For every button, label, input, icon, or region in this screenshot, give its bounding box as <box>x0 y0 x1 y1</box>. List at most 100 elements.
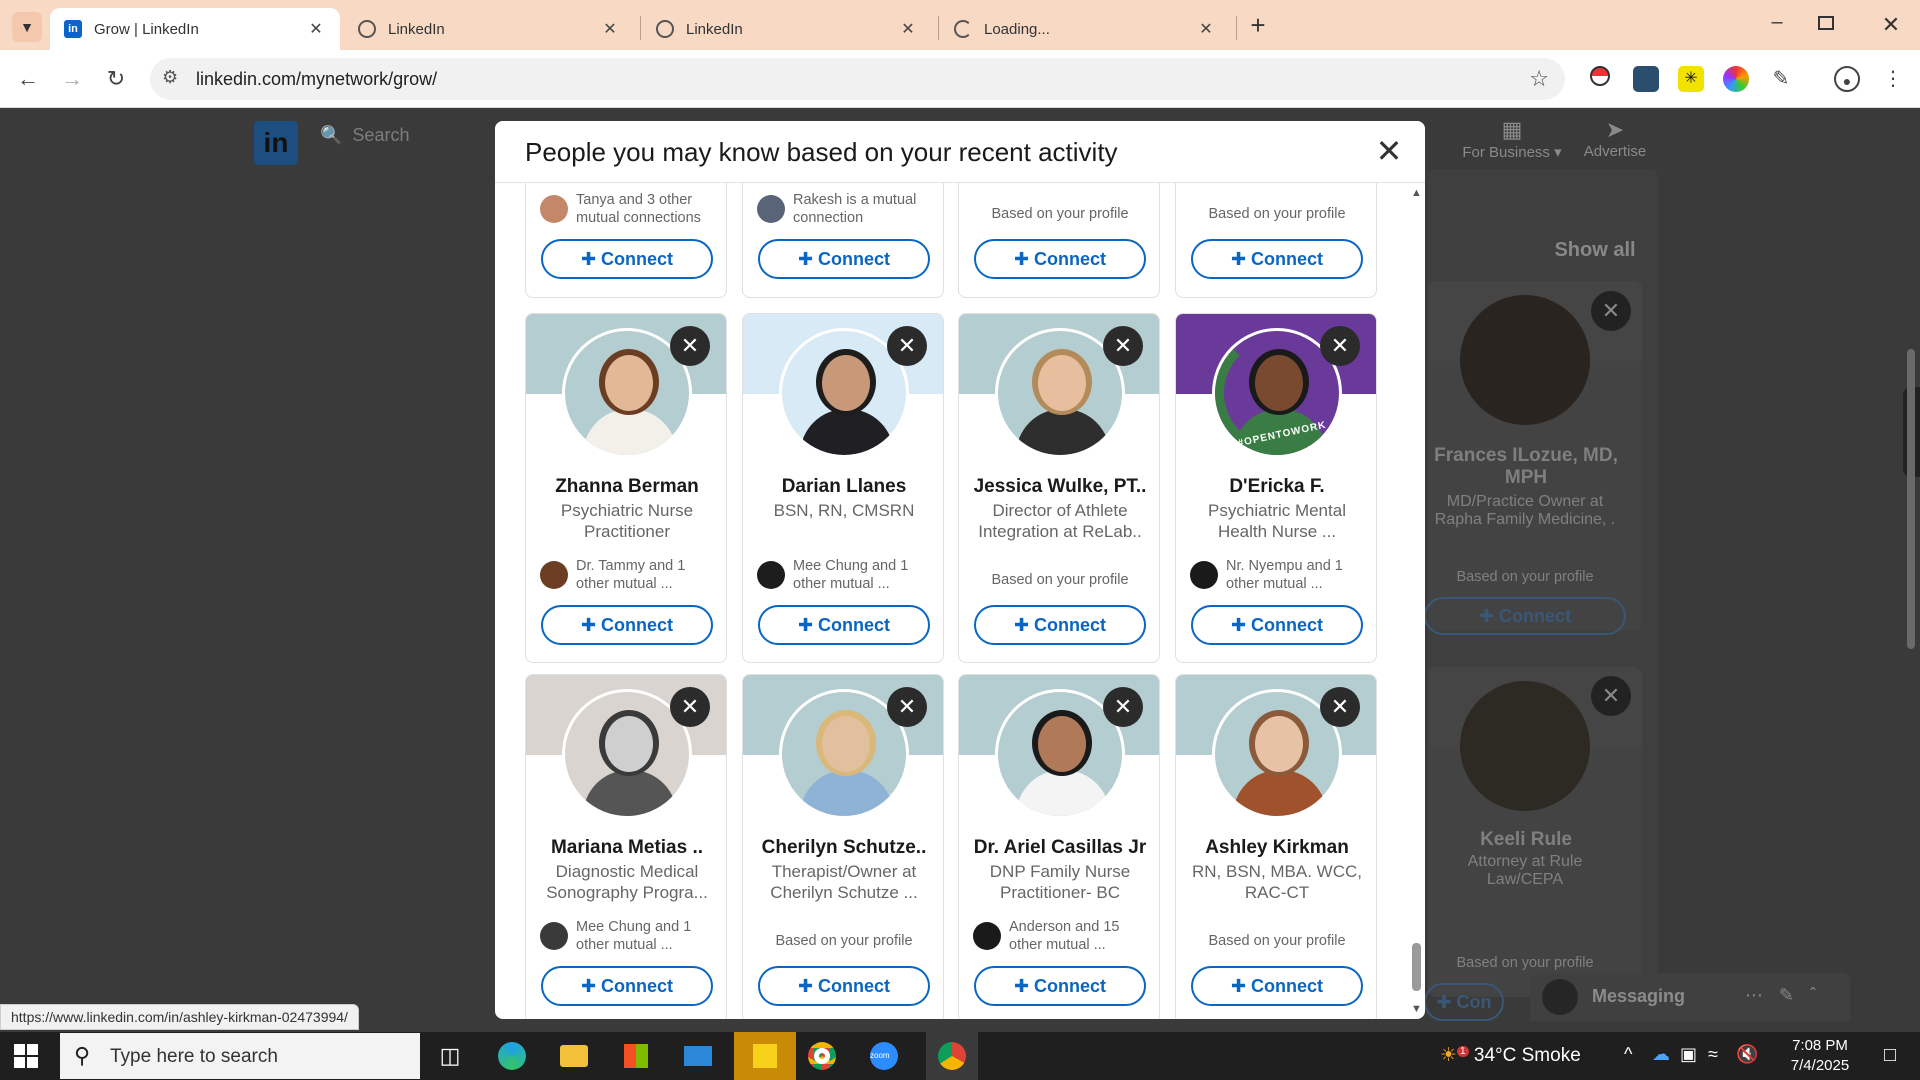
page-scroll-thumb[interactable] <box>1907 349 1915 649</box>
dismiss-close-icon[interactable]: ✕ <box>887 326 927 366</box>
reload-icon[interactable]: ↻ <box>100 64 132 96</box>
tab-close-icon[interactable]: ✕ <box>600 19 620 39</box>
bg-card-name[interactable]: Keeli Rule <box>1428 829 1624 851</box>
connect-button[interactable]: ✚ Connect <box>758 605 930 645</box>
suggestion-card[interactable]: ✕ Darian Llanes BSN, RN, CMSRN Mee Chung an… <box>742 313 944 663</box>
taskbar-clock[interactable]: 7:08 PM 7/4/2025 <box>1780 1036 1860 1076</box>
site-settings-icon[interactable]: ⚙ <box>162 67 178 88</box>
bookmark-star-icon[interactable]: ☆ <box>1529 66 1549 92</box>
edge-browser-icon[interactable] <box>492 1038 532 1074</box>
dismiss-close-icon[interactable]: ✕ <box>1103 326 1143 366</box>
scroll-up-arrow-icon[interactable]: ▲ <box>1411 187 1422 199</box>
forward-arrow-icon[interactable]: → <box>56 64 88 96</box>
suggestion-card[interactable]: ✕ Ashley Kirkman RN, BSN, MBA. WCC, RAC-CT… <box>1175 674 1377 1019</box>
weather-widget[interactable]: ☀ 1 34°C Smoke <box>1440 1044 1581 1067</box>
tab-loading[interactable]: Loading... ✕ <box>940 8 1230 50</box>
dismiss-close-icon[interactable]: ✕ <box>1103 687 1143 727</box>
suggestion-card[interactable]: ✕ Zhanna Berman Psychiatric Nurse Practiti… <box>525 313 727 663</box>
show-all-link[interactable]: Show all <box>1540 239 1650 262</box>
profile-avatar-icon[interactable]: ● <box>1834 66 1860 92</box>
dismiss-close-icon[interactable]: ✕ <box>887 687 927 727</box>
connect-button[interactable]: ✚ Connect <box>1191 966 1363 1006</box>
messaging-bar[interactable]: Messaging ⋯✎ˆ <box>1530 973 1850 1021</box>
profile-name[interactable]: Darian Llanes <box>749 476 939 498</box>
bg-dismiss-icon[interactable]: ✕ <box>1591 291 1631 331</box>
zoom-icon[interactable]: zoom <box>864 1038 904 1074</box>
connect-button[interactable]: ✚ Connect <box>974 605 1146 645</box>
modal-scroll-thumb[interactable] <box>1412 943 1421 991</box>
color-picker-extension-icon[interactable] <box>1723 66 1749 92</box>
tab-linkedin-1[interactable]: LinkedIn ✕ <box>344 8 634 50</box>
dismiss-close-icon[interactable]: ✕ <box>670 326 710 366</box>
profile-name[interactable]: D'Ericka F. <box>1182 476 1372 498</box>
profile-name[interactable]: Jessica Wulke, PT.. <box>965 476 1155 498</box>
tab-grow-linkedin[interactable]: in Grow | LinkedIn ✕ <box>50 8 340 50</box>
dismiss-close-icon[interactable]: ✕ <box>670 687 710 727</box>
profile-name[interactable]: Ashley Kirkman <box>1182 837 1372 859</box>
profile-name[interactable]: Mariana Metias .. <box>532 837 722 859</box>
battery-icon[interactable]: ▣ <box>1680 1044 1697 1065</box>
url-text[interactable]: linkedin.com/mynetwork/grow/ <box>196 69 437 90</box>
close-window-icon[interactable]: ✕ <box>1876 10 1906 40</box>
taskbar-search-box[interactable]: ⚲ Type here to search <box>60 1033 420 1079</box>
back-arrow-icon[interactable]: ← <box>12 64 44 96</box>
browser-menu-icon[interactable]: ⋮ <box>1880 66 1906 92</box>
onedrive-cloud-icon[interactable]: ☁ <box>1652 1044 1670 1065</box>
suggestion-card[interactable]: ✕ Jessica Wulke, PT.. Director of Athlete … <box>958 313 1160 663</box>
dismiss-close-icon[interactable]: ✕ <box>1320 687 1360 727</box>
pokeball-extension-icon[interactable] <box>1587 66 1613 92</box>
notifications-icon[interactable]: □ <box>1884 1044 1896 1067</box>
clapperboard-extension-icon[interactable] <box>1633 66 1659 92</box>
chrome-profile-icon[interactable] <box>926 1032 978 1080</box>
address-bar[interactable]: ⚙ linkedin.com/mynetwork/grow/ ☆ <box>150 58 1565 100</box>
connect-button[interactable]: ✚ Connect <box>758 239 930 279</box>
modal-close-icon[interactable]: ✕ <box>1371 133 1407 169</box>
profile-name[interactable]: Zhanna Berman <box>532 476 722 498</box>
page-scrollbar[interactable] <box>1903 149 1920 1049</box>
windows-start-icon[interactable] <box>14 1044 38 1068</box>
tab-linkedin-2[interactable]: LinkedIn ✕ <box>642 8 932 50</box>
linkedin-logo-icon[interactable]: in <box>254 121 298 165</box>
tab-close-icon[interactable]: ✕ <box>898 19 918 39</box>
profile-name[interactable]: Cherilyn Schutze.. <box>749 837 939 859</box>
connect-button[interactable]: ✚ Connect <box>758 966 930 1006</box>
bg-dismiss-icon[interactable]: ✕ <box>1591 676 1631 716</box>
advertise-link[interactable]: ➤ Advertise <box>1580 117 1650 160</box>
wifi-icon[interactable]: ≈ <box>1708 1044 1718 1065</box>
profile-name[interactable]: Dr. Ariel Casillas Jr <box>965 837 1155 859</box>
show-hidden-icons-chevron-icon[interactable]: ^ <box>1624 1044 1632 1065</box>
tab-search-dropdown[interactable]: ▼ <box>12 12 42 42</box>
suggestion-card[interactable]: ✕ Dr. Ariel Casillas Jr DNP Family Nurse P… <box>958 674 1160 1019</box>
suggestion-card[interactable]: ✕ Cherilyn Schutze.. Therapist/Owner at Ch… <box>742 674 944 1019</box>
connect-button[interactable]: ✚ Connect <box>1191 605 1363 645</box>
new-tab-plus-icon[interactable]: + <box>1244 10 1272 40</box>
minimize-window-icon[interactable]: – <box>1762 10 1792 40</box>
bg-connect-button[interactable]: ✚ Con <box>1424 983 1504 1021</box>
bg-card-name[interactable]: Frances ILozue, MD, MPH <box>1428 445 1624 489</box>
connect-button[interactable]: ✚ Connect <box>541 966 713 1006</box>
dismiss-close-icon[interactable]: ✕ <box>1320 326 1360 366</box>
modal-scrollbar[interactable]: ▲ ▼ <box>1407 183 1425 1019</box>
connect-button[interactable]: ✚ Connect <box>1191 239 1363 279</box>
for-business-menu[interactable]: ▦ For Business ▾ <box>1460 117 1564 161</box>
sticky-notes-icon[interactable] <box>734 1032 796 1080</box>
asterisk-extension-icon[interactable]: ✳ <box>1678 66 1704 92</box>
suggestion-card[interactable]: #OPENTOWORK ✕ D'Ericka F. Psychiatric Menta… <box>1175 313 1377 663</box>
scroll-down-arrow-icon[interactable]: ▼ <box>1411 1003 1422 1015</box>
tab-close-icon[interactable]: ✕ <box>306 19 326 39</box>
volume-muted-icon[interactable]: 🔇 <box>1736 1044 1758 1065</box>
file-explorer-icon[interactable] <box>554 1038 594 1074</box>
suggestion-card[interactable]: ✕ Mariana Metias .. Diagnostic Medical Son… <box>525 674 727 1019</box>
chrome-icon[interactable] <box>802 1038 842 1074</box>
connect-button[interactable]: ✚ Connect <box>541 605 713 645</box>
connect-button[interactable]: ✚ Connect <box>974 239 1146 279</box>
microsoft-store-icon[interactable] <box>616 1038 656 1074</box>
bg-connect-button[interactable]: ✚ Connect <box>1424 597 1626 635</box>
restore-window-icon[interactable] <box>1818 16 1834 30</box>
task-view-icon[interactable]: ◫ <box>430 1038 470 1074</box>
global-search[interactable]: 🔍 Search <box>320 125 409 146</box>
messaging-tools-icons[interactable]: ⋯✎ˆ <box>1745 985 1832 1006</box>
tab-close-icon[interactable]: ✕ <box>1196 19 1216 39</box>
extensions-puzzle-icon[interactable]: ✎ <box>1768 66 1794 92</box>
connect-button[interactable]: ✚ Connect <box>974 966 1146 1006</box>
